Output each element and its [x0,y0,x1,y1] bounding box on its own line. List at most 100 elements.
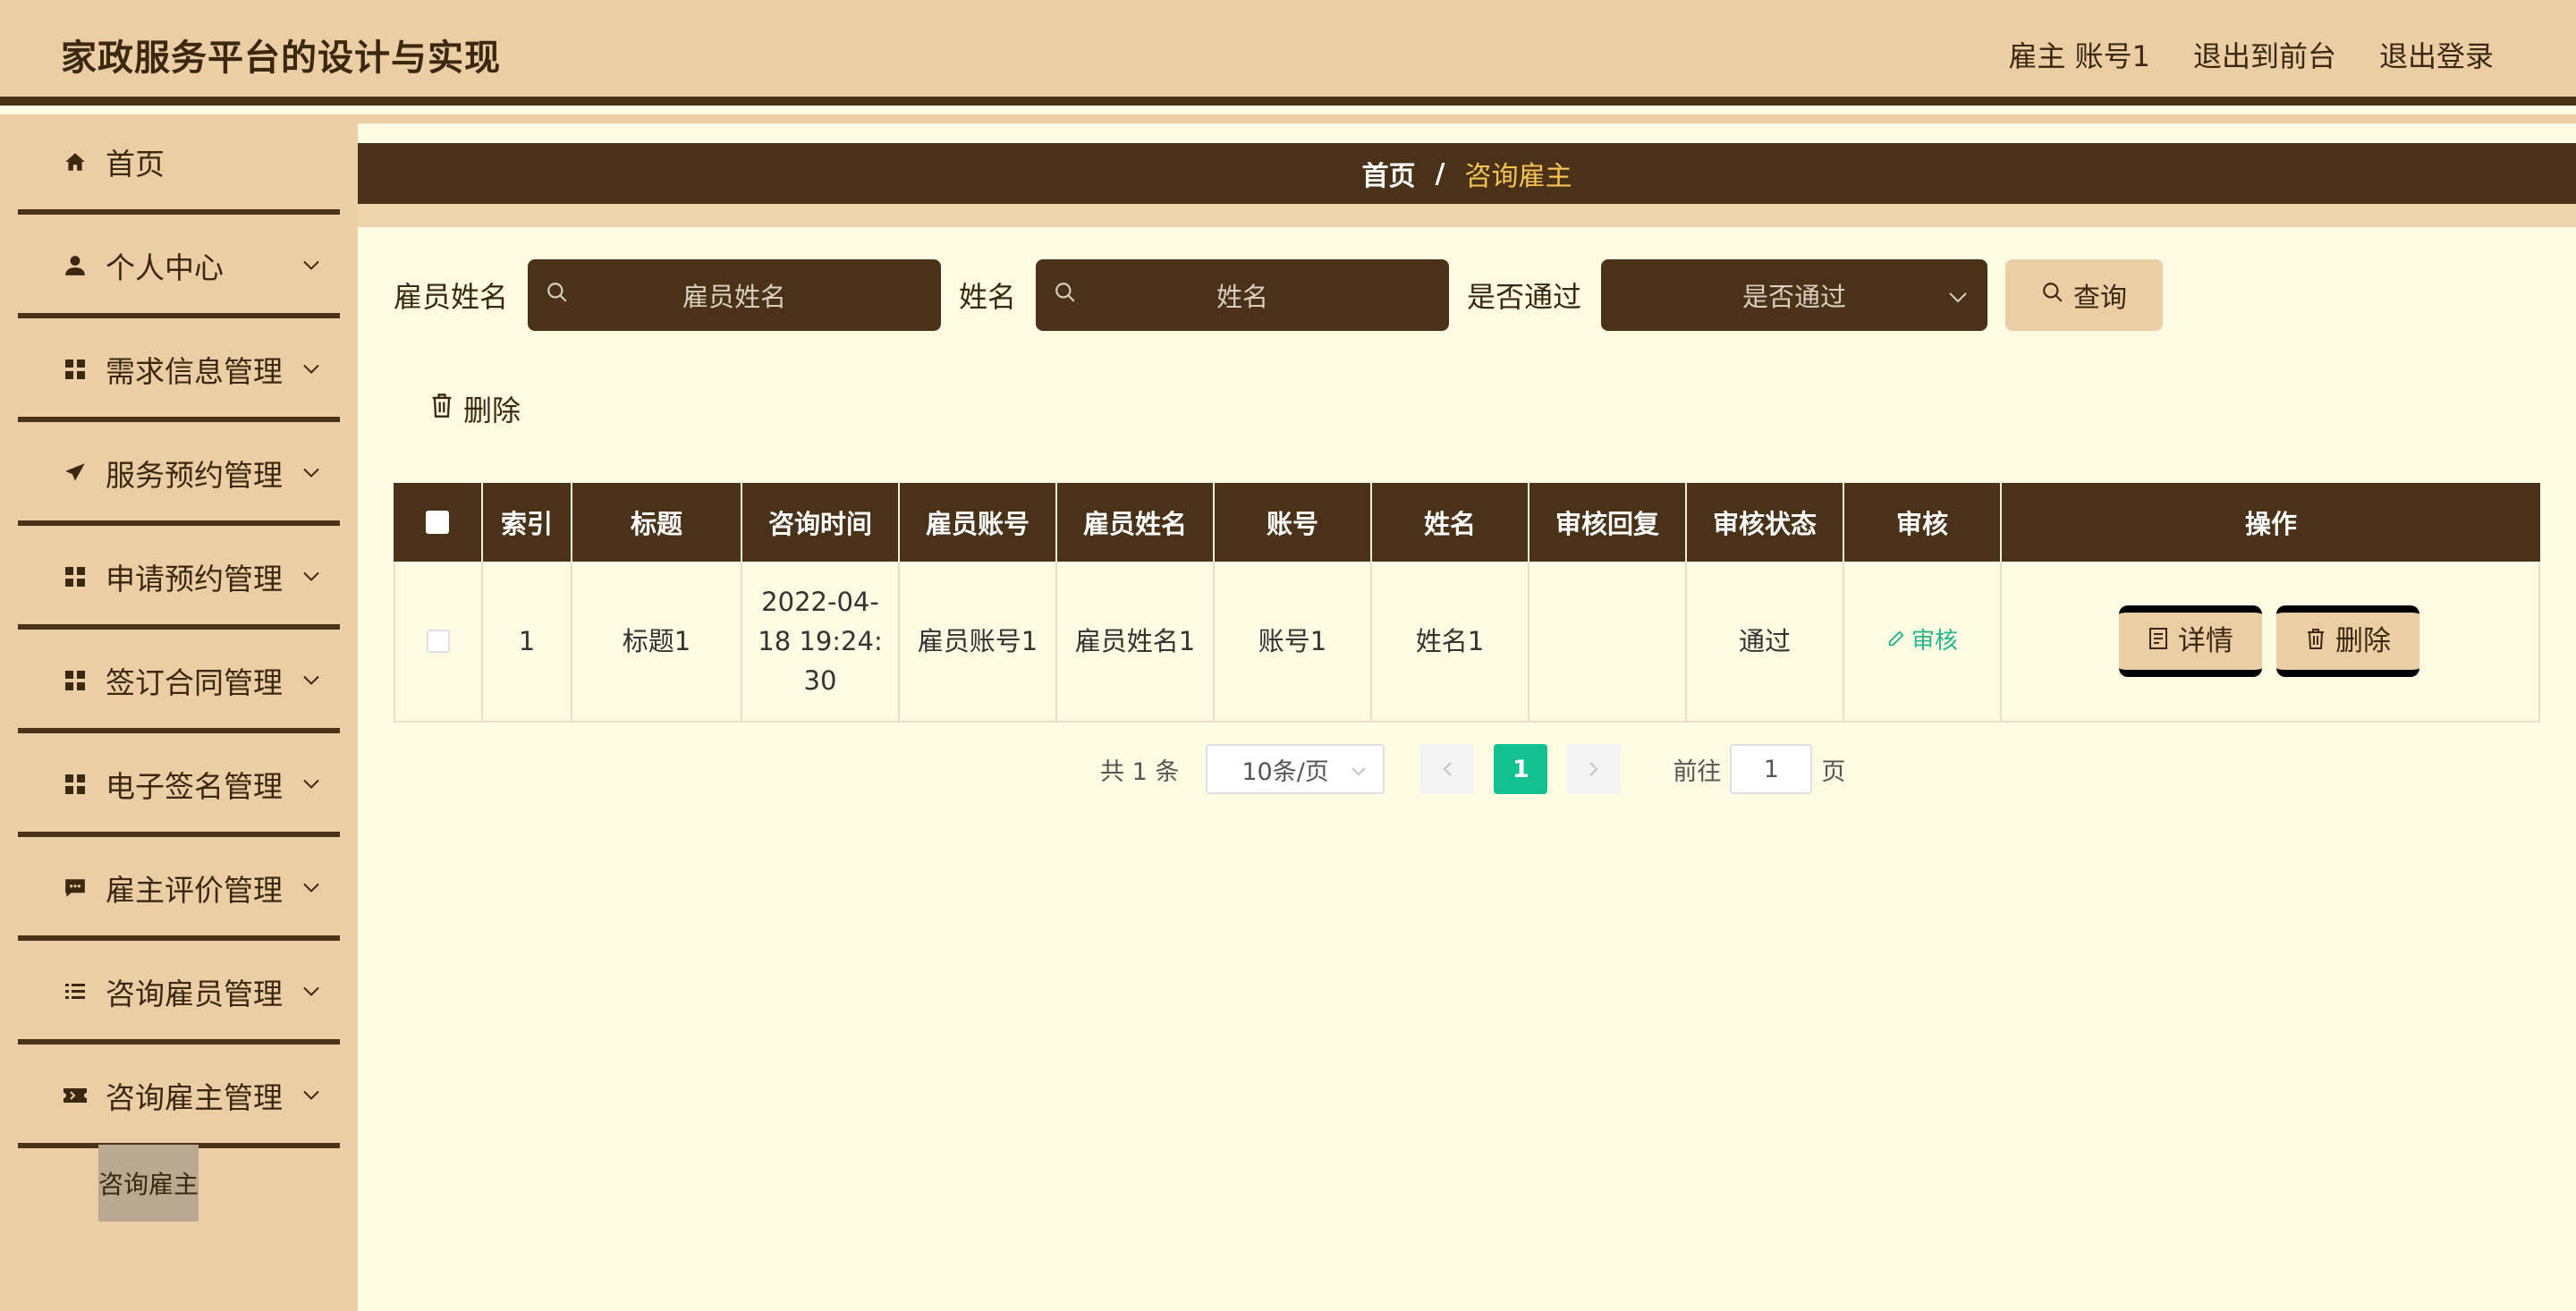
sidebar-item-label: 电子签名管理 [106,769,283,804]
cell-audit: 审核 [1844,562,2002,721]
consult-time-line: 2022-04- [761,587,879,617]
header-cell: 雇员姓名 [1057,483,1215,562]
sidebar-item-home[interactable]: 首页 [18,114,340,215]
breadcrumb: 首页 / 咨询雇主 [358,143,2576,204]
sidebar-item-service-booking[interactable]: 服务预约管理 [18,426,340,526]
page-size-select[interactable]: 10条/页 [1206,744,1385,794]
sidebar-item-label: 申请预约管理 [106,562,283,596]
trash-icon [429,392,454,426]
chevron-down-icon [302,569,320,586]
grid-icon [63,357,88,382]
grid-icon [63,668,88,693]
select-all-checkbox[interactable] [426,511,449,534]
consult-time-line: 18 19:24: [758,626,883,656]
exit-to-front-link[interactable]: 退出到前台 [2193,34,2336,75]
employee-name-input[interactable]: 雇员姓名 [528,259,942,331]
row-select-cell[interactable] [395,562,483,721]
audit-link-label: 审核 [1911,628,1958,655]
pagination-total: 共 1 条 [1100,757,1180,786]
sidebar-item-demand-info[interactable]: 需求信息管理 [18,322,340,422]
cell-account: 账号1 [1215,562,1372,721]
sidebar-item-label: 咨询雇员管理 [106,977,283,1011]
page-suffix: 页 [1821,757,1846,786]
chevron-down-icon [302,672,320,689]
sidebar-item-e-signature[interactable]: 电子签名管理 [18,737,340,837]
employee-name-label: 雇员姓名 [394,280,509,314]
employee-name-placeholder: 雇员姓名 [682,282,787,312]
query-button[interactable]: 查询 [2005,259,2164,331]
name-label: 姓名 [959,280,1017,314]
row-checkbox[interactable] [427,630,450,653]
top-header: 家政服务平台的设计与实现 雇主 账号1 退出到前台 退出登录 [0,0,2576,106]
home-icon [63,149,88,174]
header-cell: 审核状态 [1687,483,1844,562]
document-icon [2148,622,2169,661]
name-placeholder: 姓名 [1216,282,1269,312]
cell-audit-status: 通过 [1687,562,1844,721]
header-cell: 标题 [572,483,742,562]
consult-time-line: 30 [803,665,837,696]
search-icon [546,280,569,310]
breadcrumb-home[interactable]: 首页 [1362,154,1416,193]
header-cell: 操作 [2244,509,2297,539]
detail-button[interactable]: 详情 [2119,605,2262,677]
grid-icon [63,564,88,589]
page-size-value: 10条/页 [1241,757,1329,786]
chevron-down-icon [302,361,320,378]
batch-delete-button[interactable]: 删除 [429,388,521,429]
sidebar-item-apply-booking[interactable]: 申请预约管理 [18,529,340,630]
sidebar-item-personal-center[interactable]: 个人中心 [18,218,340,318]
page-number-current[interactable]: 1 [1494,744,1548,794]
data-table: 索引 标题 咨询时间 雇员账号 雇员姓名 账号 姓名 审核回复 审核状态 审核 … [394,483,2540,723]
table-header: 索引 标题 咨询时间 雇员账号 雇员姓名 账号 姓名 审核回复 审核状态 审核 … [394,483,2540,562]
delete-button-label: 删除 [2335,625,2391,657]
passed-select[interactable]: 是否通过 [1601,259,1988,331]
sidebar-item-label: 需求信息管理 [106,354,283,389]
goto-page-input[interactable]: 1 [1730,744,1813,794]
table-row: 1 标题1 2022-04- 18 19:24: 30 雇员账号1 雇员姓名1 … [394,562,2540,723]
next-page-button[interactable] [1567,744,1622,794]
sidebar-item-employer-review[interactable]: 雇主评价管理 [18,841,340,941]
chevron-left-icon [1442,756,1453,783]
chevron-down-icon [302,880,320,897]
batch-delete-label: 删除 [463,393,521,427]
sidebar-item-label: 服务预约管理 [106,458,283,493]
chevron-down-icon [1948,280,1968,310]
chevron-right-icon [1589,756,1599,783]
sidebar-item-label: 签订合同管理 [106,665,283,700]
name-input[interactable]: 姓名 [1036,259,1450,331]
edit-icon [1886,622,1906,661]
chevron-down-icon [302,776,320,793]
chevron-down-icon [302,984,320,1001]
sidebar-item-contract[interactable]: 签订合同管理 [18,633,340,733]
app-title: 家政服务平台的设计与实现 [61,38,501,79]
header-cell: 索引 [483,483,572,562]
list-icon [63,979,88,1004]
detail-button-label: 详情 [2178,625,2233,657]
sidebar-item-label: 个人中心 [106,250,224,285]
grid-icon [63,772,88,797]
ticket-icon [63,1083,88,1108]
chevron-down-icon [302,465,320,482]
main-content: 首页 / 咨询雇主 雇员姓名 雇员姓名 姓名 姓名 是否通过 是否通过 查询 删… [358,114,2576,1311]
sidebar-item-consult-employer[interactable]: 咨询雇主管理 [18,1048,340,1148]
logout-link[interactable]: 退出登录 [2379,34,2494,75]
passed-label: 是否通过 [1467,280,1582,314]
header-cell: 审核回复 [1530,483,1687,562]
header-cell: 咨询时间 [742,483,900,562]
prev-page-button[interactable] [1420,744,1475,794]
header-cell: 姓名 [1372,483,1530,562]
header-select-all[interactable] [394,483,483,562]
audit-link[interactable]: 审核 [1886,622,1958,661]
sidebar-item-label: 咨询雇主管理 [106,1080,283,1115]
submenu-item-consult-employer[interactable]: 咨询雇主 [98,1145,199,1222]
user-account-label[interactable]: 雇主 账号1 [2008,34,2150,75]
sidebar-item-consult-employee[interactable]: 咨询雇员管理 [18,944,340,1045]
trash-icon [2305,622,2326,661]
send-icon [63,461,88,486]
cell-audit-reply [1530,562,1687,721]
delete-button[interactable]: 删除 [2276,605,2419,677]
search-form: 雇员姓名 雇员姓名 姓名 姓名 是否通过 是否通过 查询 [394,259,2164,331]
header-cell: 账号 [1215,483,1372,562]
pagination: 共 1 条 10条/页 1 前往 1 页 [1100,744,1845,794]
